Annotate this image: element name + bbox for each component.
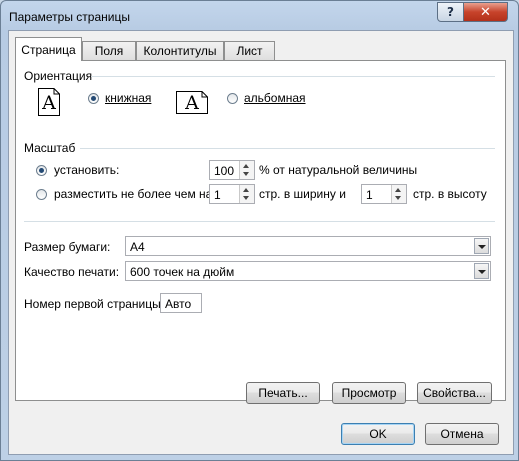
first-page-label: Номер первой страницы: bbox=[24, 297, 165, 311]
portrait-page-icon: A bbox=[38, 88, 60, 116]
tab-label: Страница bbox=[21, 42, 76, 57]
scale-percent-suffix: % от натуральной величины bbox=[259, 163, 418, 177]
preview-button[interactable]: Просмотр bbox=[332, 382, 406, 404]
chevron-down-icon[interactable] bbox=[474, 263, 489, 279]
fit-width-value: 1 bbox=[214, 188, 221, 202]
separator bbox=[80, 148, 495, 149]
fit-height-stepper[interactable]: 1 bbox=[361, 184, 407, 204]
separator bbox=[24, 221, 495, 222]
tab-panel-page: Ориентация A книжная A альбомная Масштаб… bbox=[15, 60, 506, 404]
paper-size-value: A4 bbox=[130, 240, 145, 254]
scale-fit-radio[interactable] bbox=[36, 189, 47, 200]
scale-group-label: Масштаб bbox=[24, 141, 80, 155]
page-glyph: A bbox=[185, 92, 199, 114]
tab-headers-footers[interactable]: Колонтитулы bbox=[136, 41, 224, 60]
fit-height-value: 1 bbox=[366, 188, 373, 202]
fit-width-stepper[interactable]: 1 bbox=[209, 184, 255, 204]
print-quality-label: Качество печати: bbox=[24, 265, 120, 279]
tab-page[interactable]: Страница bbox=[15, 37, 82, 61]
scale-percent-stepper[interactable]: 100 bbox=[209, 160, 255, 180]
tab-label: Поля bbox=[94, 44, 124, 58]
spin-arrows[interactable] bbox=[239, 185, 254, 203]
page-glyph: A bbox=[42, 92, 56, 114]
properties-button[interactable]: Свойства... bbox=[417, 382, 492, 404]
first-page-value: Авто bbox=[165, 297, 192, 311]
tab-sheet[interactable]: Лист bbox=[224, 41, 275, 60]
fit-width-suffix: стр. в ширину и bbox=[259, 187, 346, 201]
tab-label: Колонтитулы bbox=[143, 44, 217, 58]
print-quality-select[interactable]: 600 точек на дюйм bbox=[125, 261, 491, 281]
portrait-radio[interactable] bbox=[88, 93, 99, 104]
cancel-button[interactable]: Отмена bbox=[425, 423, 499, 445]
window-title: Параметры страницы bbox=[9, 10, 130, 24]
landscape-radio[interactable] bbox=[227, 93, 238, 104]
orientation-group-label: Ориентация bbox=[24, 69, 97, 83]
scale-fit-label: разместить не более чем на: bbox=[54, 187, 216, 201]
paper-size-select[interactable]: A4 bbox=[125, 236, 491, 256]
ok-button[interactable]: OK bbox=[341, 423, 415, 445]
scale-set-label: установить: bbox=[54, 163, 120, 177]
first-page-input[interactable]: Авто bbox=[160, 293, 202, 313]
tab-margins[interactable]: Поля bbox=[82, 41, 136, 60]
paper-size-label: Размер бумаги: bbox=[24, 240, 111, 254]
page-setup-dialog: Параметры страницы ? ✕ Страница Поля Кол… bbox=[0, 0, 519, 461]
print-button[interactable]: Печать... bbox=[246, 382, 320, 404]
print-quality-value: 600 точек на дюйм bbox=[130, 265, 235, 279]
scale-percent-value: 100 bbox=[214, 164, 235, 178]
help-icon[interactable]: ? bbox=[437, 2, 464, 22]
dialog-client-area: Страница Поля Колонтитулы Лист Ориентаци… bbox=[8, 30, 514, 455]
scale-set-radio[interactable] bbox=[36, 165, 47, 176]
spin-arrows[interactable] bbox=[391, 185, 406, 203]
tab-label: Лист bbox=[236, 44, 263, 58]
close-icon[interactable]: ✕ bbox=[463, 2, 508, 22]
separator bbox=[91, 76, 495, 77]
portrait-label: книжная bbox=[105, 91, 152, 105]
fit-height-suffix: стр. в высоту bbox=[413, 187, 487, 201]
landscape-label: альбомная bbox=[244, 91, 306, 105]
spin-arrows[interactable] bbox=[239, 161, 254, 179]
chevron-down-icon[interactable] bbox=[474, 238, 489, 254]
landscape-page-icon: A bbox=[176, 91, 208, 114]
